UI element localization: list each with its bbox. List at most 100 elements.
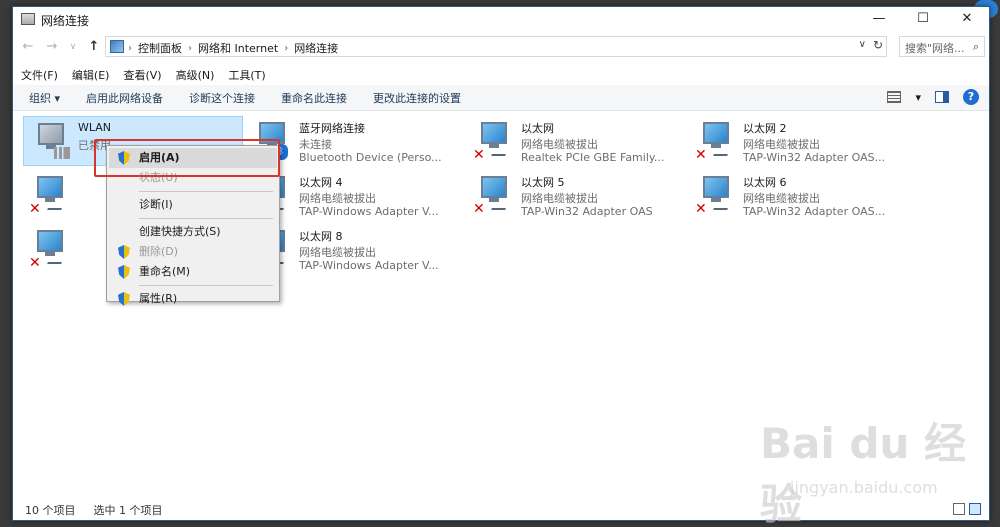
disconnected-x-icon: ✕ — [29, 201, 41, 217]
title-bar: 网络连接 — ☐ ✕ — [13, 7, 989, 33]
disconnected-x-icon: ✕ — [473, 147, 485, 163]
connection-item-ethernet[interactable]: ✕ 以太网 网络电缆被拔出 Realtek PCIe GBE Family... — [467, 116, 687, 166]
breadcrumb-control-panel[interactable]: 控制面板 — [138, 40, 182, 56]
connection-name: 蓝牙网络连接 — [299, 122, 365, 135]
ethernet-adapter-icon: ✕ — [29, 176, 65, 217]
connection-name: 以太网 2 — [743, 122, 787, 135]
organize-button[interactable]: 组织 ▾ — [29, 90, 60, 106]
connection-status: 网络电缆被拔出 — [299, 192, 376, 205]
connection-name: WLAN — [78, 121, 112, 134]
breadcrumb-separator-icon: › — [188, 42, 192, 54]
baidu-watermark-url: jingyan.baidu.com — [790, 478, 938, 497]
disconnected-x-icon: ✕ — [473, 201, 485, 217]
disconnected-x-icon: ✕ — [29, 255, 41, 271]
connection-device: Bluetooth Device (Perso... — [299, 151, 442, 164]
item-count: 10 个项目 — [25, 504, 76, 517]
context-diagnose[interactable]: 诊断(I) — [109, 195, 277, 215]
menu-tools[interactable]: 工具(T) — [228, 67, 265, 83]
view-dropdown-chevron-icon[interactable]: ▾ — [915, 91, 921, 104]
back-arrow-icon[interactable]: ← — [19, 38, 37, 56]
breadcrumb: › 控制面板 › 网络和 Internet › 网络连接 — [128, 40, 338, 56]
control-panel-icon — [110, 40, 124, 53]
window-title: 网络连接 — [41, 14, 90, 28]
close-button[interactable]: ✕ — [945, 7, 989, 33]
address-dropdown-chevron-icon[interactable]: ∨ — [859, 39, 866, 50]
breadcrumb-network-internet[interactable]: 网络和 Internet — [198, 40, 278, 56]
rename-connection-button[interactable]: 重命名此连接 — [281, 90, 347, 106]
uac-shield-icon — [118, 292, 130, 306]
connection-status: 网络电缆被拔出 — [299, 246, 376, 259]
highlight-annotation-box — [94, 139, 280, 177]
change-view-icon[interactable] — [887, 91, 902, 103]
connection-name: 以太网 — [521, 122, 554, 135]
menu-file[interactable]: 文件(F) — [21, 67, 58, 83]
network-folder-icon — [21, 13, 35, 25]
menu-view[interactable]: 查看(V) — [123, 67, 161, 83]
context-rename[interactable]: 重命名(M) — [109, 262, 277, 282]
breadcrumb-separator-icon: › — [128, 42, 132, 54]
ethernet-adapter-icon: ✕ — [29, 230, 65, 271]
preview-pane-icon[interactable] — [935, 91, 949, 103]
ethernet-adapter-icon: ✕ — [473, 122, 509, 163]
command-bar: 组织 ▾ 启用此网络设备 诊断这个连接 重命名此连接 更改此连接的设置 ▾ ? — [13, 85, 989, 111]
connection-device: TAP-Windows Adapter V... — [299, 259, 439, 272]
context-properties-label: 属性(R) — [139, 292, 178, 305]
change-settings-button[interactable]: 更改此连接的设置 — [373, 90, 461, 106]
recent-locations-chevron-icon[interactable]: ∨ — [64, 38, 82, 56]
connection-status: 网络电缆被拔出 — [521, 192, 598, 205]
search-input[interactable]: 搜索"网络... ⌕ — [899, 36, 985, 57]
selected-count: 选中 1 个项目 — [93, 504, 163, 517]
breadcrumb-separator-icon: › — [284, 42, 289, 54]
context-properties[interactable]: 属性(R) — [109, 289, 277, 309]
up-arrow-icon[interactable]: ↑ — [85, 38, 103, 56]
minimize-button[interactable]: — — [857, 7, 901, 33]
context-create-shortcut[interactable]: 创建快捷方式(S) — [109, 222, 277, 242]
connection-status: 网络电缆被拔出 — [521, 138, 598, 151]
connection-status: 网络电缆被拔出 — [743, 138, 820, 151]
address-bar[interactable]: › 控制面板 › 网络和 Internet › 网络连接 ∨ ↻ — [105, 36, 887, 57]
connection-item-ethernet-6[interactable]: ✕ 以太网 6 网络电缆被拔出 TAP-Win32 Adapter OAS... — [689, 170, 909, 220]
menu-separator — [139, 285, 273, 286]
connection-device: TAP-Windows Adapter V... — [299, 205, 439, 218]
context-delete-label: 删除(D) — [139, 245, 179, 258]
ethernet-adapter-icon: ✕ — [473, 176, 509, 217]
context-rename-label: 重命名(M) — [139, 265, 191, 278]
menu-separator — [139, 218, 273, 219]
baidu-watermark: Bai du 经验 — [760, 419, 966, 527]
search-icon[interactable]: ⌕ — [973, 40, 979, 54]
connection-device: TAP-Win32 Adapter OAS... — [743, 205, 886, 218]
menu-separator — [139, 191, 273, 192]
connection-device: TAP-Win32 Adapter OAS... — [743, 151, 886, 164]
connection-status: 未连接 — [299, 138, 332, 151]
connection-name: 以太网 5 — [521, 176, 565, 189]
connection-status: 网络电缆被拔出 — [743, 192, 820, 205]
ethernet-adapter-icon: ✕ — [695, 122, 731, 163]
connection-device: TAP-Win32 Adapter OAS — [521, 205, 653, 218]
connection-name: 以太网 8 — [299, 230, 343, 243]
breadcrumb-network-connections[interactable]: 网络连接 — [294, 40, 338, 56]
menu-edit[interactable]: 编辑(E) — [72, 67, 110, 83]
connection-name: 以太网 4 — [299, 176, 343, 189]
enable-device-button[interactable]: 启用此网络设备 — [86, 90, 163, 106]
connection-item-ethernet-2[interactable]: ✕ 以太网 2 网络电缆被拔出 TAP-Win32 Adapter OAS... — [689, 116, 909, 166]
connection-name: 以太网 6 — [743, 176, 787, 189]
help-icon[interactable]: ? — [963, 89, 979, 105]
context-shortcut-label: 创建快捷方式(S) — [139, 225, 221, 238]
ethernet-adapter-icon: ✕ — [695, 176, 731, 217]
wifi-adapter-icon — [32, 123, 70, 161]
forward-arrow-icon[interactable]: → — [43, 38, 61, 56]
uac-shield-icon — [118, 265, 130, 279]
search-placeholder: 搜索"网络... — [905, 42, 965, 55]
refresh-icon[interactable]: ↻ — [873, 38, 883, 52]
context-delete: 删除(D) — [109, 242, 277, 262]
menu-bar: 文件(F) 编辑(E) 查看(V) 高级(N) 工具(T) — [13, 65, 989, 85]
context-diagnose-label: 诊断(I) — [139, 198, 173, 211]
disconnected-x-icon: ✕ — [695, 201, 707, 217]
disconnected-x-icon: ✕ — [695, 147, 707, 163]
maximize-button[interactable]: ☐ — [901, 7, 945, 33]
connection-device: Realtek PCIe GBE Family... — [521, 151, 665, 164]
connection-item-ethernet-5[interactable]: ✕ 以太网 5 网络电缆被拔出 TAP-Win32 Adapter OAS — [467, 170, 687, 220]
uac-shield-icon — [118, 245, 130, 259]
diagnose-button[interactable]: 诊断这个连接 — [189, 90, 255, 106]
menu-advanced[interactable]: 高级(N) — [176, 67, 215, 83]
